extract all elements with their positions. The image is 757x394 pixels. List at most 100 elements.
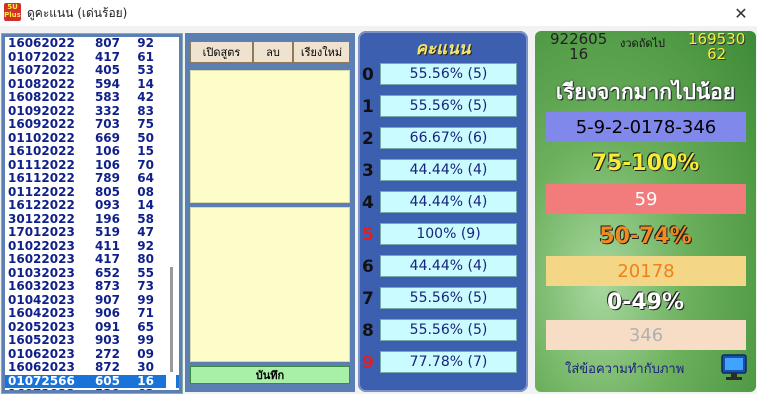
draw-date: 02052023 xyxy=(8,319,75,334)
draw-three-digit: 091 xyxy=(94,319,120,334)
range-low-label: 0-49% xyxy=(606,290,685,315)
score-value: 77.78% (7) xyxy=(380,351,517,373)
draw-date: 16112022 xyxy=(8,171,75,185)
list-item[interactable]: 01112022 106 70 xyxy=(5,157,179,173)
draw-three-digit: 652 xyxy=(94,265,120,280)
list-item[interactable]: 16072022 405 53 xyxy=(5,63,179,78)
draw-two-digit: 62 xyxy=(120,387,154,390)
draw-three-digit: 903 xyxy=(94,333,120,347)
list-item[interactable]: 01032023 652 55 xyxy=(5,265,179,281)
close-button[interactable]: ✕ xyxy=(725,0,757,26)
list-item[interactable]: 16022023 417 80 xyxy=(5,252,179,267)
draw-three-digit: 519 xyxy=(94,225,120,239)
list-item[interactable]: 01062023 272 09 xyxy=(5,346,179,362)
draw-three-digit: 873 xyxy=(94,279,120,293)
list-scrollbar-thumb[interactable] xyxy=(170,267,173,372)
draw-date: 01082022 xyxy=(8,76,75,91)
list-item[interactable]: 1607202353062 xyxy=(5,387,179,390)
draw-date: 16102022 xyxy=(8,144,75,158)
list-item[interactable]: 16102022 106 15 xyxy=(5,144,179,159)
next-draw-info: 169530 62 xyxy=(688,32,745,62)
draw-three-digit: 583 xyxy=(94,90,120,104)
draw-date: 16032023 xyxy=(8,279,75,293)
draw-two-digit: 08 xyxy=(137,184,154,199)
list-item[interactable]: 16122022 093 14 xyxy=(5,198,179,213)
next-draw-suffix: 62 xyxy=(707,45,727,63)
list-item[interactable]: 01022023 411 92 xyxy=(5,239,179,254)
list-item[interactable]: 16042023 906 71 xyxy=(5,306,179,321)
draw-two-digit: 92 xyxy=(137,37,154,50)
list-scrollbar[interactable] xyxy=(166,37,176,390)
draw-date: 16022023 xyxy=(8,252,75,266)
sort-button[interactable]: เรียงใหม่ xyxy=(293,41,350,63)
list-item[interactable]: 16112022 789 64 xyxy=(5,171,179,186)
list-item[interactable]: 17012023 519 47 xyxy=(5,225,179,240)
open-formula-button[interactable]: เปิดสูตร xyxy=(190,41,253,63)
formula-notes-area[interactable] xyxy=(190,207,350,362)
list-item[interactable]: 16062023 872 30 xyxy=(5,360,179,375)
score-row: 3 44.44% (4) xyxy=(358,159,528,183)
draw-date: 16092022 xyxy=(8,117,75,131)
draw-date: 01072566 xyxy=(8,373,75,388)
score-panel: คะแนน 0 55.56% (5) 1 55.56% (5) 2 66.67% (6) 3… xyxy=(358,31,528,392)
draw-date: 01122022 xyxy=(8,184,75,199)
draw-three-digit: 417 xyxy=(94,49,120,64)
score-value: 55.56% (5) xyxy=(380,95,517,117)
draw-three-digit: 906 xyxy=(94,306,120,320)
score-value: 55.56% (5) xyxy=(380,63,517,85)
draw-two-digit: 99 xyxy=(137,292,154,307)
list-item[interactable]: 16052023 903 99 xyxy=(5,333,179,348)
draw-two-digit: 64 xyxy=(137,171,154,185)
list-item[interactable]: 16092022 703 75 xyxy=(5,117,179,132)
list-item[interactable]: 02052023 091 65 xyxy=(5,319,179,335)
low-range-value-box: 346 xyxy=(546,320,746,350)
score-digit: 8 xyxy=(362,321,374,341)
list-item[interactable]: 01082022 594 14 xyxy=(5,76,179,92)
draw-two-digit: 16 xyxy=(137,373,154,388)
draw-three-digit: 196 xyxy=(94,211,120,226)
draw-history-list[interactable]: 16062022 807 92 01072022 417 61 16072022 405 53 0… xyxy=(5,37,179,390)
draw-date: 01042023 xyxy=(8,292,75,307)
draw-date: 17012023 xyxy=(8,225,75,239)
draw-date: 01092022 xyxy=(8,103,75,118)
formula-text-area[interactable] xyxy=(190,70,350,203)
score-value: 66.67% (6) xyxy=(380,127,517,149)
monitor-icon[interactable] xyxy=(721,354,747,382)
score-row: 4 44.44% (4) xyxy=(358,191,528,215)
draw-history-panel: 16062022 807 92 01072022 417 61 16072022 405 53 0… xyxy=(1,33,183,394)
range-high-label: 75-100% xyxy=(591,151,700,176)
draw-two-digit: 61 xyxy=(137,49,154,64)
list-item[interactable]: 01042023 907 99 xyxy=(5,292,179,308)
draw-two-digit: 83 xyxy=(137,103,154,118)
list-item[interactable]: 16082022 583 42 xyxy=(5,90,179,105)
save-button[interactable]: บันทึก xyxy=(190,366,350,384)
score-digit: 7 xyxy=(362,289,374,309)
draw-three-digit: 530 xyxy=(84,387,120,390)
list-item[interactable]: 16032023 873 73 xyxy=(5,279,179,294)
score-digit: 2 xyxy=(362,129,374,149)
draw-three-digit: 417 xyxy=(94,252,120,266)
draw-three-digit: 093 xyxy=(94,198,120,212)
draw-two-digit: 71 xyxy=(137,306,154,320)
draw-three-digit: 106 xyxy=(94,157,120,172)
list-item[interactable]: 01102022 669 50 xyxy=(5,131,179,146)
list-item[interactable]: 30122022 196 58 xyxy=(5,211,179,227)
list-item[interactable]: 01072022 417 61 xyxy=(5,49,179,65)
list-item[interactable]: 16062022 807 92 xyxy=(5,37,179,51)
draw-three-digit: 272 xyxy=(94,346,120,361)
list-item[interactable]: 01122022 805 08 xyxy=(5,184,179,200)
delete-button[interactable]: ลบ xyxy=(253,41,293,63)
score-digit: 4 xyxy=(362,193,374,213)
logo-text-top: 5U xyxy=(7,3,18,11)
draw-three-digit: 805 xyxy=(94,184,120,199)
draw-date: 16082022 xyxy=(8,90,75,104)
draw-date: 16062023 xyxy=(8,360,75,374)
draw-three-digit: 907 xyxy=(94,292,120,307)
list-item[interactable]: 01092022 332 83 xyxy=(5,103,179,119)
draw-two-digit: 42 xyxy=(137,90,154,104)
logo-text-bottom: Plus xyxy=(4,11,21,19)
draw-date: 16052023 xyxy=(8,333,75,347)
list-item[interactable]: 01072566 605 16 xyxy=(5,373,179,388)
image-text-note[interactable]: ใส่ข้อความทำกับภาพ xyxy=(565,358,684,379)
score-row: 7 55.56% (5) xyxy=(358,287,528,311)
